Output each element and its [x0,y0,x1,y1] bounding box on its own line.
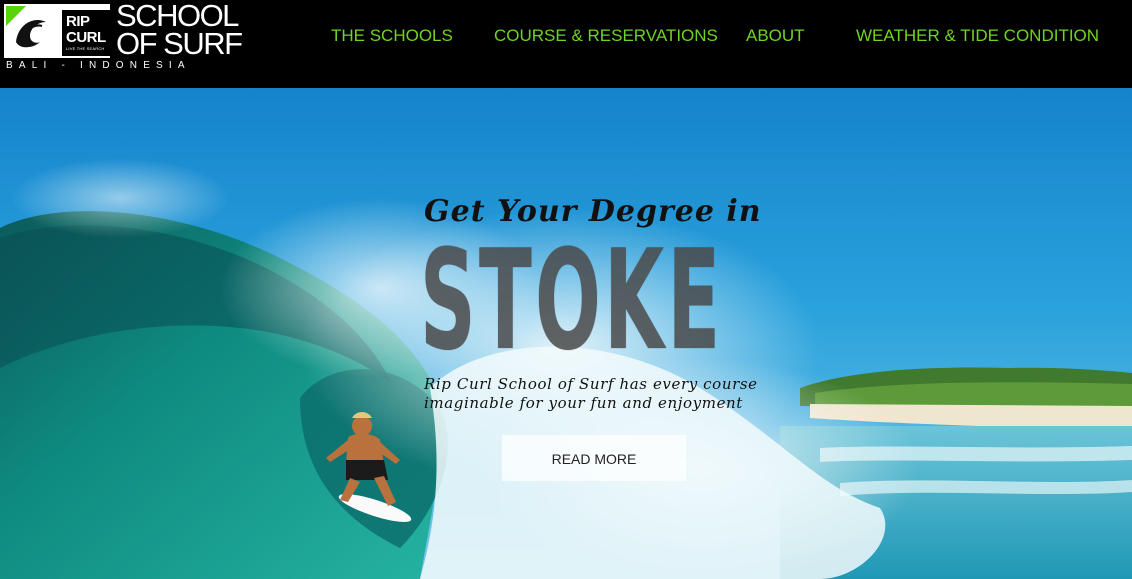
hero-big-word: STOKE [420,220,724,381]
brand-text: RIP CURL [66,13,106,46]
wave-logo-icon [16,20,46,48]
rip-curl-wordmark: RIP CURL LIVE THE SEARCH [62,10,110,56]
nav-course-reservations[interactable]: COURSE & RESERVATIONS [494,26,718,46]
site-header: RIP CURL LIVE THE SEARCH SCHOOL OF SURF … [0,0,1132,88]
nav-weather-tide[interactable]: WEATHER & TIDE CONDITION [856,26,1099,46]
logo-location: BALI - INDONESIA [6,60,191,71]
nav-about[interactable]: ABOUT [746,26,805,46]
logo-title: SCHOOL OF SURF [116,0,243,61]
site-logo[interactable]: RIP CURL LIVE THE SEARCH SCHOOL OF SURF … [4,0,243,72]
hero-banner: Get Your Degree in STOKE Rip Curl School… [0,88,1132,579]
nav-the-schools[interactable]: THE SCHOOLS [331,26,453,46]
read-more-button[interactable]: READ MORE [502,435,686,481]
rip-curl-badge: RIP CURL LIVE THE SEARCH [4,4,110,58]
hero-subtext: Rip Curl School of Surf has every course… [424,375,758,412]
brand-tagline: LIVE THE SEARCH [66,46,105,51]
